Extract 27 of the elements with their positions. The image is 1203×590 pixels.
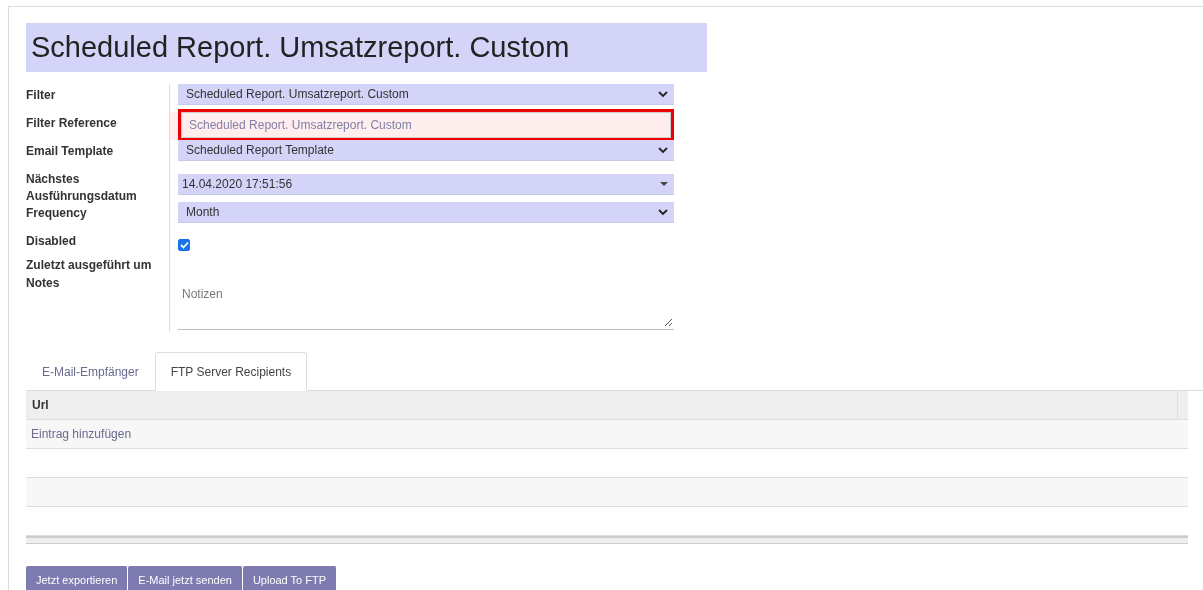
caret-icon	[660, 182, 668, 186]
add-line-link[interactable]: Eintrag hinzufügen	[26, 420, 137, 448]
field-label: Frequency	[26, 205, 88, 222]
field-label: Email Template	[26, 143, 115, 160]
field-label: Disabled	[26, 233, 77, 250]
chevron-icon	[658, 146, 668, 154]
action-button[interactable]: Upload To FTP	[242, 566, 338, 590]
action-button[interactable]: Jetzt exportieren	[26, 566, 129, 590]
record-title: Scheduled Report. Umsatzreport. Custom	[26, 23, 707, 72]
tab[interactable]: E-Mail-Empfänger	[26, 352, 155, 391]
select-field[interactable]: Scheduled Report. Umsatzreport. Custom	[178, 84, 674, 105]
select-field[interactable]: Scheduled Report Template	[178, 140, 674, 161]
resize-handle-icon	[665, 319, 672, 326]
chevron-icon	[658, 90, 668, 98]
column-header: Url	[31, 397, 50, 414]
tab[interactable]: FTP Server Recipients	[154, 352, 308, 391]
input-field[interactable]: Scheduled Report. Umsatzreport. Custom	[181, 112, 671, 138]
chevron-icon	[658, 208, 668, 216]
field-label: Notes	[26, 275, 61, 292]
action-button[interactable]: E-Mail jetzt senden	[128, 566, 243, 590]
date-field[interactable]: 14.04.2020 17:51:56	[178, 174, 674, 195]
field-label: Zuletzt ausgeführt um	[26, 257, 153, 272]
checkbox[interactable]	[178, 239, 190, 251]
field-label: Filter	[26, 87, 57, 104]
select-field[interactable]: Month	[178, 202, 674, 223]
notes-field[interactable]: Notizen	[178, 284, 674, 330]
field-label: Filter Reference	[26, 115, 118, 132]
